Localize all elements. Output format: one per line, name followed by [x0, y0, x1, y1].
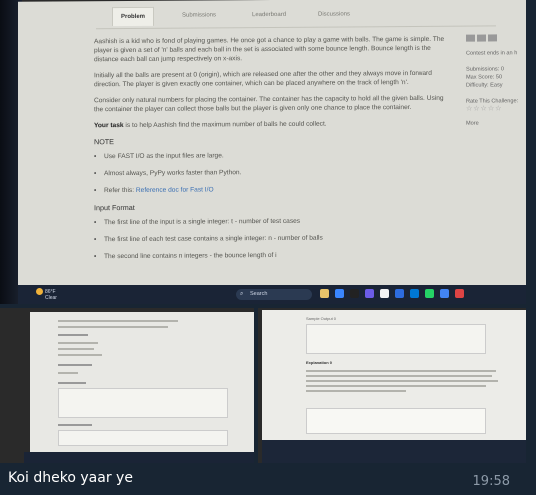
task-line: Your task is to help Aashish find the ma… — [94, 119, 454, 131]
sample-output-box — [58, 430, 228, 446]
task-label: Your task — [94, 122, 124, 130]
input-format-heading: Input Format — [94, 202, 135, 213]
photo-laptop-screen[interactable]: Problem Submissions Leaderboard Discussi… — [0, 0, 526, 304]
problem-statement: Aashish is a kid who is fond of playing … — [94, 35, 454, 270]
sample-input-box — [58, 388, 228, 418]
difficulty: Difficulty: Easy — [466, 82, 503, 89]
text-line — [306, 375, 492, 377]
windows-taskbar — [262, 440, 526, 463]
file-explorer-icon[interactable] — [320, 289, 329, 298]
problem-tabs: Problem Submissions Leaderboard Discussi… — [96, 2, 496, 30]
note-list: Use FAST I/O as the input files are larg… — [94, 150, 454, 196]
tab-discussions[interactable]: Discussions — [318, 11, 350, 17]
problem-para-2: Initially all the balls are present at 0… — [94, 69, 432, 89]
word-icon[interactable] — [395, 289, 404, 298]
text-line — [58, 424, 92, 426]
text-line — [58, 334, 88, 336]
photo-input-section[interactable] — [0, 308, 254, 463]
app-icon[interactable] — [410, 289, 419, 298]
windows-taskbar — [24, 452, 254, 463]
text-line — [58, 354, 102, 356]
text-line — [58, 320, 178, 322]
terminal-icon[interactable] — [350, 289, 359, 298]
chrome-icon[interactable] — [440, 289, 449, 298]
browser-page: Sample Output 0 Explanation 0 — [262, 310, 526, 440]
whatsapp-icon[interactable] — [425, 289, 434, 298]
input-format-list: The first line of the input is a single … — [94, 216, 454, 262]
text-line — [306, 390, 406, 392]
message-caption: Koi dheko yaar ye — [8, 470, 133, 486]
search-icon: ⌕ — [240, 291, 244, 297]
task-text: is to help Aashish find the maximum numb… — [123, 120, 327, 130]
taskbar-apps — [320, 289, 464, 298]
text-line — [58, 372, 78, 374]
store-icon[interactable] — [380, 289, 389, 298]
contest-timer: Contest ends in an h — [466, 50, 518, 57]
text-line — [306, 385, 486, 387]
text-line — [58, 326, 168, 328]
code-editor[interactable] — [306, 408, 486, 434]
weather-widget[interactable]: 86°F Clear — [36, 288, 57, 301]
rating-stars[interactable]: ☆☆☆☆☆ — [466, 105, 526, 114]
text-line — [58, 348, 94, 350]
input-item: The first line of the input is a single … — [94, 216, 454, 228]
weather-temp: 86°F — [45, 288, 56, 295]
note-item: Use FAST I/O as the input files are larg… — [94, 150, 454, 162]
app-icon[interactable] — [455, 289, 464, 298]
note-item-refer: Refer this: Reference doc for Fast I/O — [94, 184, 454, 196]
teams-icon[interactable] — [365, 289, 374, 298]
search-label: Search — [250, 291, 268, 297]
sample-output-heading: Sample Output 0 — [306, 316, 337, 321]
weather-condition: Clear — [45, 295, 57, 301]
fast-io-link[interactable]: Reference doc for Fast I/O — [136, 186, 214, 194]
tab-problem[interactable]: Problem — [112, 6, 155, 27]
tab-submissions[interactable]: Submissions — [182, 12, 216, 18]
note-heading: NOTE — [94, 137, 114, 147]
browser-page — [30, 312, 254, 452]
sun-icon — [36, 288, 43, 295]
rate-label: Rate This Challenge: — [466, 98, 519, 105]
text-line — [58, 382, 86, 384]
facebook-icon[interactable] — [466, 34, 475, 42]
photo-explanation-section[interactable]: Sample Output 0 Explanation 0 — [258, 308, 526, 463]
problem-intro: Aashish is a kid who is fond of playing … — [94, 35, 445, 64]
text-line — [306, 380, 498, 382]
text-line — [58, 364, 92, 366]
linkedin-icon[interactable] — [488, 34, 497, 42]
more-link[interactable]: More — [466, 119, 526, 128]
text-line — [306, 370, 496, 372]
tab-leaderboard[interactable]: Leaderboard — [252, 12, 286, 18]
refer-prefix: Refer this: — [104, 186, 136, 195]
edge-icon[interactable] — [335, 289, 344, 298]
browser-page: Problem Submissions Leaderboard Discussi… — [18, 0, 526, 290]
input-item: The second line contains n integers - th… — [94, 250, 454, 262]
text-line — [58, 342, 98, 344]
note-item: Almost always, PyPy works faster than Py… — [94, 167, 454, 179]
sample-output-box — [306, 324, 486, 354]
problem-para-3: Consider only natural numbers for placin… — [94, 94, 444, 114]
windows-taskbar: 86°F Clear ⌕ Search — [18, 285, 526, 304]
twitter-icon[interactable] — [477, 34, 486, 42]
message-time: 19:58 — [472, 474, 510, 489]
share-icons — [466, 34, 526, 42]
explanation-heading: Explanation 0 — [306, 360, 333, 365]
chat-message-bubble: Problem Submissions Leaderboard Discussi… — [0, 0, 536, 495]
taskbar-search[interactable]: ⌕ Search — [236, 289, 312, 300]
challenge-sidebar: Contest ends in an h Submissions: 0 Max … — [466, 34, 526, 128]
input-item: The first line of each test case contain… — [94, 233, 454, 245]
